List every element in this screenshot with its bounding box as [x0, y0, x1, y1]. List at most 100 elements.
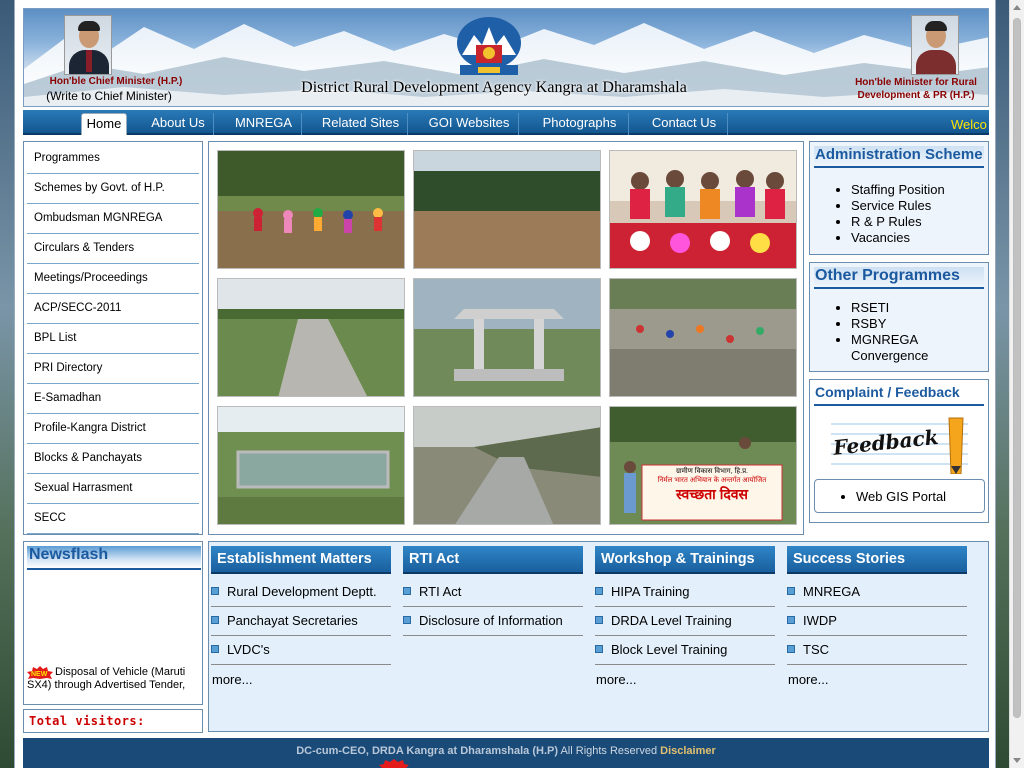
visitor-counter: Total visitors: 1189021: [23, 709, 203, 750]
link-rti-act[interactable]: RTI Act: [403, 578, 583, 607]
link-web-gis-portal[interactable]: Web GIS Portal: [856, 489, 946, 505]
footer-new-badge-icon: [379, 759, 409, 768]
link-hipa-training[interactable]: HIPA Training: [595, 578, 775, 607]
sidebar-item-secc[interactable]: SECC: [27, 504, 199, 534]
nav-photographs[interactable]: Photographs: [531, 113, 629, 135]
link-label: Block Level Training: [611, 642, 728, 657]
sidebar-item-pri-directory[interactable]: PRI Directory: [27, 354, 199, 384]
nav-contact-us[interactable]: Contact Us: [641, 113, 728, 135]
link-rsby[interactable]: RSBY: [851, 316, 928, 332]
administration-scheme-title: Administration Scheme: [814, 146, 984, 168]
link-drda-level-training[interactable]: DRDA Level Training: [595, 607, 775, 636]
bullet-icon: [595, 616, 603, 624]
bullet-icon: [211, 616, 219, 624]
sidebar-item-acp-secc[interactable]: ACP/SECC-2011: [27, 294, 199, 324]
bullet-icon: [211, 587, 219, 595]
newsflash-item[interactable]: NEW Disposal of Vehicle (Maruti SX4) thr…: [27, 666, 201, 698]
scroll-down-icon[interactable]: [1013, 758, 1021, 763]
link-panchayat-secretaries[interactable]: Panchayat Secretaries: [211, 607, 391, 636]
other-programmes-title: Other Programmes: [814, 267, 984, 289]
photo-construction-site[interactable]: [609, 278, 797, 397]
scroll-up-icon[interactable]: [1013, 5, 1021, 10]
page-scrollbar[interactable]: [1009, 0, 1024, 768]
link-label: RTI Act: [419, 584, 462, 599]
administration-scheme-box: Administration Scheme Staffing Position …: [809, 141, 989, 255]
link-label: LVDC's: [227, 642, 270, 657]
link-iwdp[interactable]: IWDP: [787, 607, 967, 636]
sidebar-item-blocks[interactable]: Blocks & Panchayats: [27, 444, 199, 474]
sidebar-item-programmes[interactable]: Programmes: [27, 144, 199, 174]
nav-mnrega[interactable]: MNREGA: [226, 113, 302, 135]
complaint-feedback-title: Complaint / Feedback: [814, 384, 984, 406]
feedback-image[interactable]: Feedback: [831, 416, 968, 475]
link-label: IWDP: [803, 613, 837, 628]
nav-related-sites[interactable]: Related Sites: [314, 113, 408, 135]
write-to-cm-link[interactable]: (Write to Chief Minister): [34, 89, 184, 103]
rally-banner-line1: ग्रामीण विकास विभाग, हि.प्र.: [675, 468, 748, 475]
link-rp-rules[interactable]: R & P Rules: [851, 214, 945, 230]
photo-water-tank[interactable]: [217, 406, 405, 525]
link-label: Rural Development Deptt.: [227, 584, 377, 599]
photo-concrete-path[interactable]: [217, 278, 405, 397]
chief-minister-photo[interactable]: [64, 15, 112, 75]
header-banner: Hon'ble Chief Minister (H.P.) (Write to …: [23, 8, 989, 107]
nav-goi-websites[interactable]: GOI Websites: [420, 113, 519, 135]
bullet-icon: [787, 616, 795, 624]
link-lvdcs[interactable]: LVDC's: [211, 636, 391, 665]
sidebar-menu: Programmes Schemes by Govt. of H.P. Ombu…: [23, 141, 203, 535]
sidebar-item-profile[interactable]: Profile-Kangra District: [27, 414, 199, 444]
bullet-icon: [595, 645, 603, 653]
bullet-icon: [211, 645, 219, 653]
link-staffing-position[interactable]: Staffing Position: [851, 182, 945, 198]
sidebar-item-ombudsman[interactable]: Ombudsman MGNREGA: [27, 204, 199, 234]
link-block-level-training[interactable]: Block Level Training: [595, 636, 775, 665]
sidebar-item-e-samadhan[interactable]: E-Samadhan: [27, 384, 199, 414]
info-panel: Establishment Matters Rural Development …: [208, 541, 989, 732]
link-rural-development-deptt[interactable]: Rural Development Deptt.: [211, 578, 391, 607]
link-mgnrega-convergence[interactable]: MGNREGAConvergence: [851, 332, 928, 364]
sidebar-item-sexual-harrasment[interactable]: Sexual Harrasment: [27, 474, 199, 504]
more-link[interactable]: more...: [212, 672, 252, 687]
nav-about-us[interactable]: About Us: [143, 113, 214, 135]
chief-minister-caption: Hon'ble Chief Minister (H.P.): [49, 76, 183, 87]
link-mnrega-story[interactable]: MNREGA: [787, 578, 967, 607]
section-title: Success Stories: [787, 546, 967, 574]
complaint-feedback-box: Complaint / Feedback Feedback Web GIS Po…: [809, 379, 989, 523]
newsflash-title: Newsflash: [27, 546, 201, 570]
more-link[interactable]: more...: [596, 672, 636, 687]
bullet-icon: [787, 587, 795, 595]
link-label: HIPA Training: [611, 584, 690, 599]
link-service-rules[interactable]: Service Rules: [851, 198, 945, 214]
photo-pavilion[interactable]: [413, 278, 601, 397]
more-link[interactable]: more...: [788, 672, 828, 687]
link-rseti[interactable]: RSETI: [851, 300, 928, 316]
new-badge-icon: NEW: [27, 666, 53, 679]
footer-owner: DC-cum-CEO, DRDA Kangra at Dharamshala (…: [296, 745, 559, 757]
sidebar-item-circulars[interactable]: Circulars & Tenders: [27, 234, 199, 264]
sidebar-item-bpl-list[interactable]: BPL List: [27, 324, 199, 354]
sidebar-item-meetings[interactable]: Meetings/Proceedings: [27, 264, 199, 294]
photo-toys-exhibition[interactable]: [609, 150, 797, 269]
scroll-thumb[interactable]: [1013, 18, 1021, 718]
section-title: RTI Act: [403, 546, 583, 574]
rally-banner-line2: निर्मल भारत अभियान के अन्तर्गत आयोजित: [657, 477, 767, 484]
link-disclosure-of-information[interactable]: Disclosure of Information: [403, 607, 583, 636]
photo-workers-at-site[interactable]: [217, 150, 405, 269]
mgnrega-label: MGNREGA: [851, 332, 919, 347]
photo-mountain-road[interactable]: [413, 406, 601, 525]
footer-rights: All Rights Reserved: [558, 745, 661, 757]
web-gis-box: Web GIS Portal: [814, 479, 985, 513]
photo-lake[interactable]: [413, 150, 601, 269]
link-tsc[interactable]: TSC: [787, 636, 967, 665]
link-label: Disclosure of Information: [419, 613, 563, 628]
link-vacancies[interactable]: Vacancies: [851, 230, 945, 246]
section-title: Establishment Matters: [211, 546, 391, 574]
nav-home[interactable]: Home: [81, 113, 127, 135]
disclaimer-link[interactable]: Disclaimer: [660, 745, 716, 757]
page-container: Hon'ble Chief Minister (H.P.) (Write to …: [14, 0, 996, 768]
link-label: MNREGA: [803, 584, 861, 599]
rural-minister-caption-line1: Hon'ble Minister for Rural: [855, 77, 977, 88]
rural-minister-caption: Hon'ble Minister for Rural Development &…: [846, 76, 986, 102]
photo-swachhta-rally[interactable]: ग्रामीण विकास विभाग, हि.प्र. निर्मल भारत…: [609, 406, 797, 525]
sidebar-item-schemes[interactable]: Schemes by Govt. of H.P.: [27, 174, 199, 204]
